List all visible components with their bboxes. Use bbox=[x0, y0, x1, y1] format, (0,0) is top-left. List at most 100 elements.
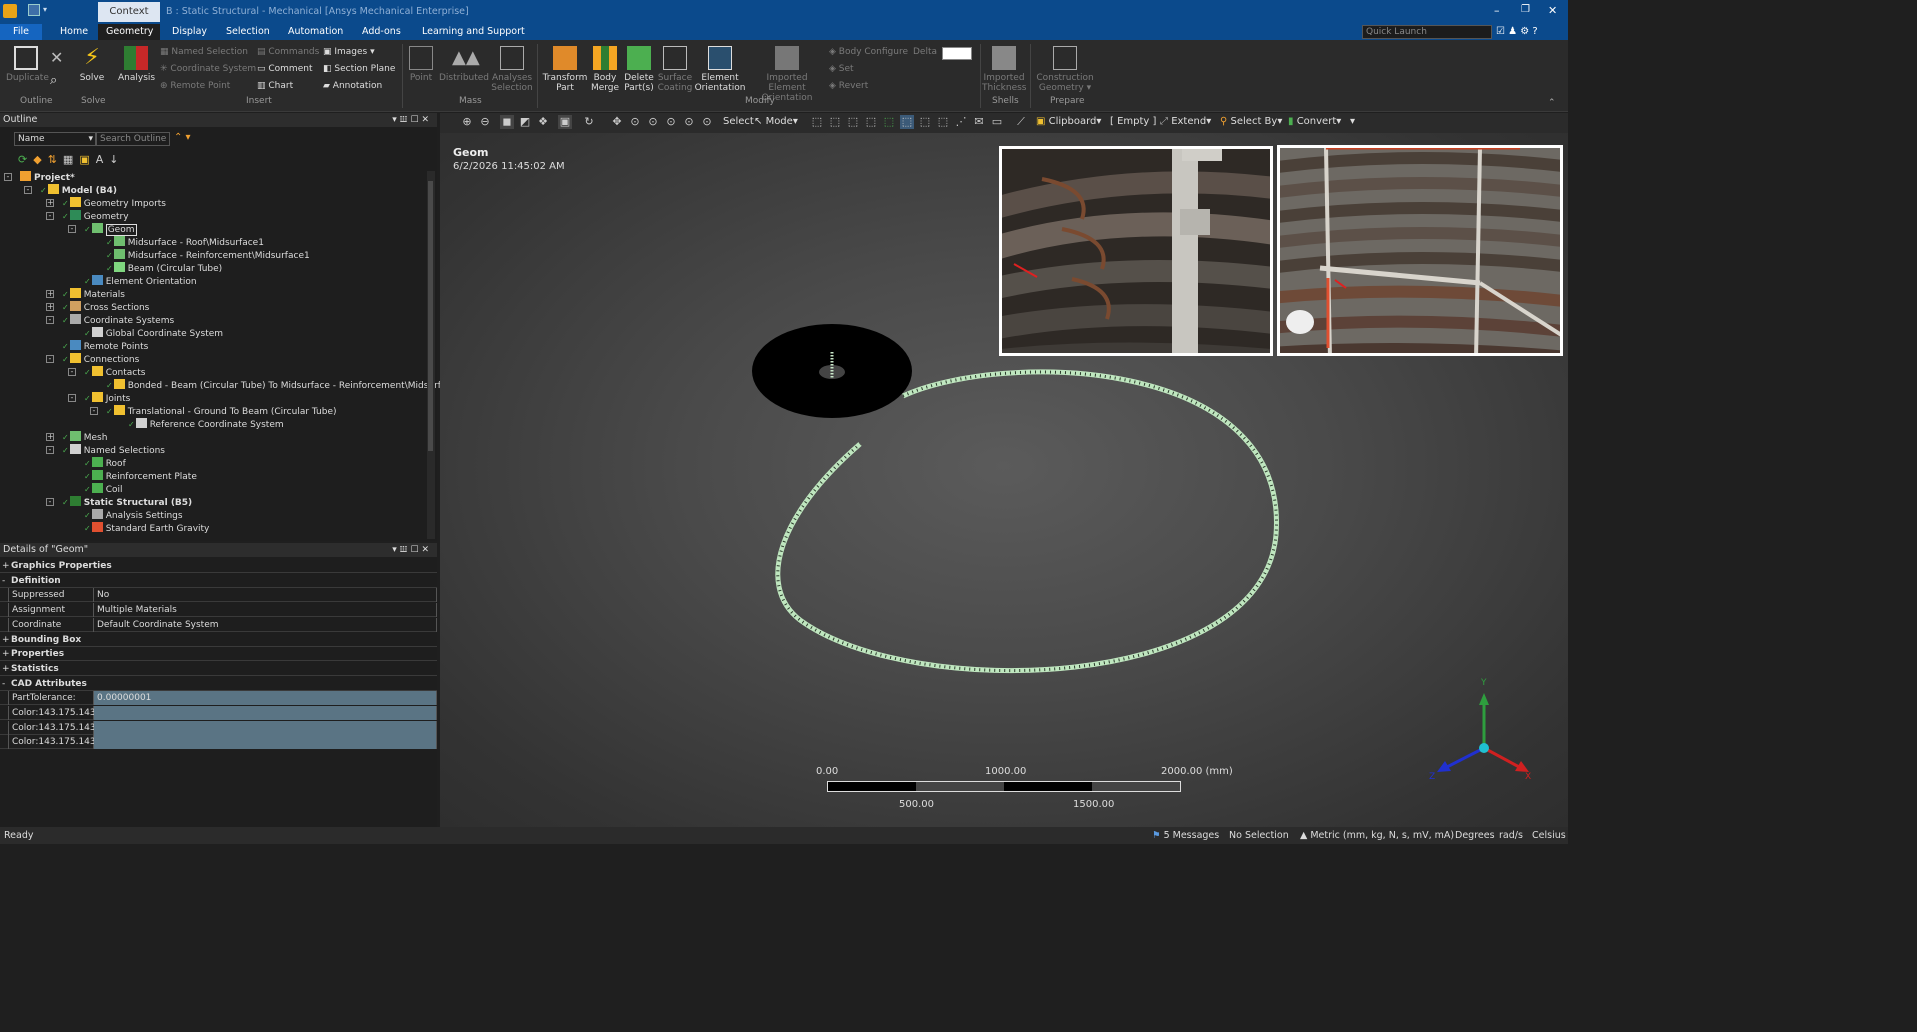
cube-view-icon[interactable]: ◼ bbox=[500, 115, 514, 129]
tree-item[interactable]: ✓ Geometry Imports bbox=[62, 197, 166, 210]
tree-expander-icon[interactable]: + bbox=[46, 290, 54, 298]
surface-coating-button[interactable]: Surface Coating bbox=[657, 46, 693, 93]
body-configure-button[interactable]: ◈ Body Configure bbox=[829, 47, 908, 57]
details-category[interactable]: - Definition bbox=[0, 573, 437, 588]
tree-item[interactable]: ✓ Midsurface - Roof\Midsurface1 bbox=[106, 236, 264, 249]
menu-automation[interactable]: Automation bbox=[280, 24, 351, 40]
box-select-icon[interactable]: ▣ bbox=[558, 115, 572, 129]
property-value[interactable] bbox=[94, 735, 437, 750]
select-element-icon[interactable]: ⬚ bbox=[900, 115, 914, 129]
zoom-fit-icon[interactable]: ⊙ bbox=[664, 115, 678, 129]
revert-button[interactable]: ◈ Revert bbox=[829, 81, 868, 91]
axis-triad[interactable]: Y X Z bbox=[1423, 673, 1533, 783]
collapse-ribbon-icon[interactable]: ⌃ bbox=[1548, 98, 1556, 108]
tree-item[interactable]: ✓ Coil bbox=[84, 483, 123, 496]
transform-part-button[interactable]: Transform Part bbox=[542, 46, 588, 93]
tree-expander-icon[interactable]: + bbox=[46, 303, 54, 311]
temperature-units[interactable]: Celsius bbox=[1532, 827, 1566, 844]
tree-expander-icon[interactable]: - bbox=[46, 498, 54, 506]
tree-expander-icon[interactable]: - bbox=[46, 355, 54, 363]
tree-item[interactable]: ✓ Connections bbox=[62, 353, 139, 366]
tree-expander-icon[interactable]: - bbox=[24, 186, 32, 194]
tree-item[interactable]: ✓ Joints bbox=[84, 392, 130, 405]
rotate-icon[interactable]: ↻ bbox=[582, 115, 596, 129]
select-node-icon[interactable]: ⬚ bbox=[882, 115, 896, 129]
tree-expander-icon[interactable]: - bbox=[46, 316, 54, 324]
analysis-button[interactable]: Analysis bbox=[118, 46, 155, 83]
tree-item[interactable]: ✓ Beam (Circular Tube) bbox=[106, 262, 222, 275]
zoom-box-icon[interactable]: ⊙ bbox=[646, 115, 660, 129]
select-edge-icon[interactable]: ⬚ bbox=[828, 115, 842, 129]
delta-input[interactable] bbox=[942, 47, 972, 60]
select-all-icon[interactable]: ⬚ bbox=[936, 115, 950, 129]
lighting-icon[interactable]: ❖ bbox=[536, 115, 550, 129]
commands-button[interactable]: ▤ Commands bbox=[257, 47, 319, 57]
tree-item[interactable]: ✓ Translational - Ground To Beam (Circula… bbox=[106, 405, 337, 418]
units-dropdown[interactable]: ▲ Metric (mm, kg, N, s, mV, mA) bbox=[1300, 827, 1454, 844]
property-value[interactable] bbox=[94, 706, 437, 720]
details-property-row[interactable]: Assignment Multiple Materials bbox=[0, 603, 437, 618]
zoom-in-icon[interactable]: ⊕ bbox=[460, 115, 474, 129]
annotation-button[interactable]: ▰ Annotation bbox=[323, 81, 382, 91]
coil-beam[interactable] bbox=[775, 369, 1279, 673]
tree-item[interactable]: ✓ Remote Points bbox=[62, 340, 148, 353]
category-expander-icon[interactable]: + bbox=[2, 662, 10, 676]
tree-item[interactable]: ✓ Analysis Settings bbox=[84, 509, 183, 522]
select-mesh-icon[interactable]: ⋰ bbox=[954, 115, 968, 129]
tree-item[interactable]: ✓ Cross Sections bbox=[62, 301, 149, 314]
zoom-out-icon[interactable]: ⊖ bbox=[478, 115, 492, 129]
tree-expander-icon[interactable]: + bbox=[46, 199, 54, 207]
tree-expander-icon[interactable]: - bbox=[68, 225, 76, 233]
details-property-row[interactable]: Color:143.175.143 bbox=[0, 735, 437, 750]
point-mass-button[interactable]: Point bbox=[406, 46, 436, 83]
quick-launch-input[interactable]: Quick Launch bbox=[1362, 25, 1492, 39]
tree-item[interactable]: ✓ Coordinate Systems bbox=[62, 314, 174, 327]
tree-item[interactable]: ✓ Static Structural (B5) bbox=[62, 496, 192, 509]
menu-home[interactable]: Home bbox=[52, 24, 96, 40]
select-face-icon[interactable]: ⬚ bbox=[846, 115, 860, 129]
close-icon[interactable]: ✕ bbox=[1548, 4, 1557, 17]
tree-item[interactable]: ✓ Contacts bbox=[84, 366, 145, 379]
section-plane-button[interactable]: ◧ Section Plane bbox=[323, 64, 395, 74]
remote-point-button[interactable]: ⊕ Remote Point bbox=[160, 81, 230, 91]
tree-item[interactable]: ✓ Roof bbox=[84, 457, 126, 470]
tree-item[interactable]: ✓ Materials bbox=[62, 288, 125, 301]
body-merge-button[interactable]: Body Merge bbox=[589, 46, 621, 93]
convert-dropdown[interactable]: ▮ Convert▾ bbox=[1288, 116, 1341, 127]
details-property-row[interactable]: Suppressed No bbox=[0, 588, 437, 603]
imported-thickness-button[interactable]: Imported Thickness bbox=[982, 46, 1026, 93]
outline-scrollbar[interactable] bbox=[427, 171, 435, 539]
rotational-velocity-units[interactable]: rad/s bbox=[1499, 827, 1523, 844]
menu-addons[interactable]: Add-ons bbox=[354, 24, 409, 40]
select-by-dropdown[interactable]: ⚲ Select By▾ bbox=[1220, 116, 1282, 127]
property-value[interactable]: No bbox=[94, 588, 437, 603]
solve-button[interactable]: ⚡ Solve bbox=[78, 46, 106, 84]
tree-expander-icon[interactable]: - bbox=[4, 173, 12, 181]
property-value[interactable] bbox=[94, 720, 437, 735]
toolbar-overflow-icon[interactable]: ▾ bbox=[1350, 116, 1355, 127]
details-property-row[interactable]: Color:143.175.143 bbox=[0, 720, 437, 735]
tree-item[interactable]: ✓ Midsurface - Reinforcement\Midsurface1 bbox=[106, 249, 310, 262]
details-category[interactable]: + Properties bbox=[0, 647, 437, 662]
chart-button[interactable]: ▥ Chart bbox=[257, 81, 293, 91]
category-expander-icon[interactable]: - bbox=[2, 677, 5, 691]
details-category[interactable]: + Bounding Box bbox=[0, 632, 437, 647]
tree-item[interactable]: ✓ Global Coordinate System bbox=[84, 327, 223, 340]
property-value[interactable]: Multiple Materials bbox=[94, 603, 437, 618]
category-expander-icon[interactable]: + bbox=[2, 633, 10, 647]
restore-icon[interactable]: ❐ bbox=[1521, 4, 1530, 15]
collapse-up-icon[interactable]: ⌃ ▾ bbox=[174, 132, 191, 143]
pan-icon[interactable]: ✥ bbox=[610, 115, 624, 129]
set-button[interactable]: ◈ Set bbox=[829, 64, 854, 74]
name-filter-dropdown[interactable]: Name ▾ bbox=[14, 132, 96, 146]
tree-expander-icon[interactable]: + bbox=[46, 433, 54, 441]
tree-expander-icon[interactable]: - bbox=[68, 368, 76, 376]
category-expander-icon[interactable]: + bbox=[2, 647, 10, 661]
details-property-row[interactable]: Coordinate SystemDefault Coordinate Syst… bbox=[0, 617, 437, 644]
menu-file[interactable]: File bbox=[0, 24, 42, 40]
magnifier-icon[interactable]: ⊙ bbox=[682, 115, 696, 129]
duplicate-button[interactable]: Duplicate bbox=[6, 46, 49, 83]
property-value[interactable]: 0.00000001 bbox=[94, 691, 437, 706]
details-category[interactable]: + Graphics Properties bbox=[0, 559, 437, 573]
tree-item[interactable]: ✓ Geom bbox=[84, 223, 137, 236]
